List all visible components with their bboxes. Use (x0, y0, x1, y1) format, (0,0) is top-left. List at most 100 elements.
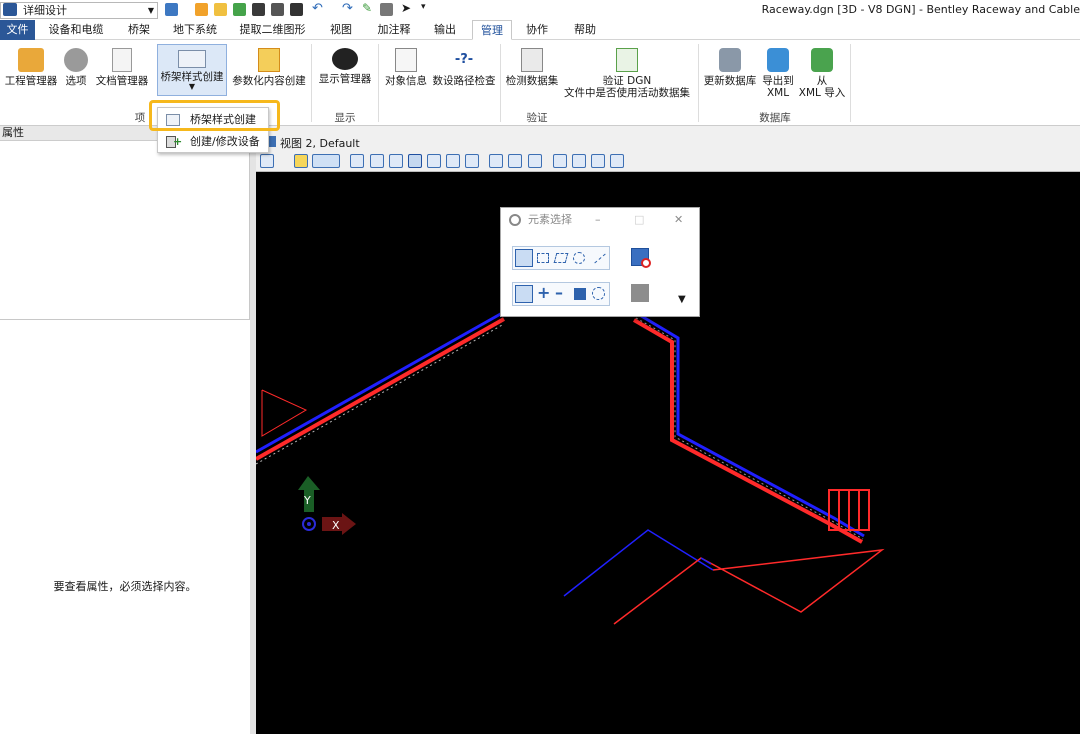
parametric-content-icon (258, 48, 280, 72)
properties-panel: 要查看属性，必须选择内容。 (0, 126, 256, 734)
save-as-icon[interactable] (290, 3, 303, 16)
rotate-view-icon[interactable] (446, 154, 460, 168)
project-manager-label: 工程管理器 (4, 75, 58, 87)
import-xml-button[interactable]: 从 XML 导入 (798, 48, 846, 99)
tab-file[interactable]: 文件 (0, 20, 35, 40)
view-toggle-icon[interactable] (165, 3, 178, 16)
undo-icon[interactable]: ↶ (312, 1, 323, 16)
minimize-icon[interactable]: – (595, 208, 601, 232)
document-manager-button[interactable]: 文档管理器 (93, 48, 151, 87)
parametric-content-button[interactable]: 参数化内容创建 (230, 48, 308, 87)
properties-list-area (0, 141, 250, 320)
group-divider (850, 44, 851, 122)
redo-icon[interactable]: ↷ (342, 1, 353, 16)
tab-manage[interactable]: 管理 (472, 20, 512, 40)
object-info-button[interactable]: 对象信息 (382, 48, 430, 87)
tab-cable-tray[interactable]: 桥架 (121, 20, 157, 40)
object-info-icon (395, 48, 417, 72)
camera-icon[interactable] (610, 154, 624, 168)
export-xml-icon (767, 48, 789, 72)
tab-extract-2d[interactable]: 提取二维图形 (236, 20, 309, 40)
new-select-icon[interactable] (515, 285, 533, 303)
tab-view[interactable]: 视图 (323, 20, 359, 40)
circle-select-icon[interactable] (573, 252, 585, 264)
dialog-title-bar: 元素选择 – □ ✕ (501, 208, 699, 232)
view-toolbar (256, 151, 1080, 172)
workspace-select[interactable]: 详细设计 ▼ (0, 2, 158, 19)
display-manager-label: 显示管理器 (318, 73, 372, 85)
folder-icon[interactable] (214, 3, 227, 16)
fit-view-icon[interactable] (427, 154, 441, 168)
export-xml-button[interactable]: 导出到 XML (760, 48, 796, 99)
tab-output[interactable]: 输出 (427, 20, 463, 40)
brush-icon[interactable] (350, 154, 364, 168)
group-divider (500, 44, 501, 122)
element-selection-dialog: 元素选择 – □ ✕ + – ▼ (500, 207, 700, 317)
maximize-icon[interactable]: □ (634, 208, 644, 232)
tab-underground[interactable]: 地下系统 (167, 20, 223, 40)
subtract-select-icon[interactable]: – (555, 283, 563, 302)
individual-select-icon[interactable] (515, 249, 533, 267)
view-next-icon[interactable] (528, 154, 542, 168)
save-icon[interactable] (252, 3, 265, 16)
detect-dataset-icon (521, 48, 543, 72)
pointer-icon[interactable]: ➤ (401, 1, 411, 15)
window-area-icon[interactable] (408, 154, 422, 168)
display-group-label: 显示 (334, 112, 356, 124)
clip-mask-icon[interactable] (591, 154, 605, 168)
app-logo-icon (3, 3, 17, 16)
display-manager-button[interactable]: 显示管理器 (316, 48, 374, 85)
toggle-select-icon[interactable] (592, 287, 605, 300)
menu-item-create-modify-equipment[interactable]: + 创建/修改设备 (158, 131, 268, 153)
view-previous-icon[interactable] (508, 154, 522, 168)
window-title: Raceway.dgn [3D - V8 DGN] - Bentley Race… (761, 3, 1080, 16)
save-settings-icon[interactable] (271, 3, 284, 16)
export-xml-line2: XML (766, 87, 790, 99)
shape-select-icon[interactable] (553, 253, 569, 263)
verify-dgn-button[interactable]: 验证 DGN 文件中是否使用活动数据集 (562, 48, 692, 99)
view-attributes-icon[interactable] (260, 154, 274, 168)
tab-help[interactable]: 帮助 (567, 20, 603, 40)
tab-equipment-cable[interactable]: 设备和电缆 (45, 20, 107, 40)
detect-dataset-label: 检测数据集 (505, 75, 559, 87)
clip-volume-icon[interactable] (572, 154, 586, 168)
update-database-button[interactable]: 更新数据库 (702, 48, 758, 87)
select-all-icon[interactable] (631, 284, 649, 302)
route-check-button[interactable]: -?- 数设路径检查 (431, 48, 497, 87)
project-manager-icon (18, 48, 44, 72)
selection-mode-group: + – (512, 282, 610, 306)
options-label: 选项 (65, 75, 87, 87)
close-icon[interactable]: ✕ (674, 208, 683, 232)
print-icon[interactable] (380, 3, 393, 16)
walk-icon[interactable] (489, 154, 503, 168)
project-manager-button[interactable]: 工程管理器 (2, 48, 60, 87)
display-style-icon[interactable] (294, 154, 308, 168)
pin-icon[interactable]: ✎ (362, 1, 372, 15)
tab-collaborate[interactable]: 协作 (518, 20, 556, 40)
render-mode-icon[interactable] (312, 154, 340, 168)
copy-view-icon[interactable] (553, 154, 567, 168)
expand-options-icon[interactable]: ▼ (678, 294, 686, 305)
open-folder-icon[interactable] (195, 3, 208, 16)
tray-style-icon (178, 50, 206, 68)
block-select-icon[interactable] (537, 253, 549, 263)
view-tab-bar: 视图 2, Default (256, 133, 1080, 151)
zoom-in-icon[interactable] (370, 154, 384, 168)
add-select-icon[interactable]: + (537, 283, 550, 302)
line-select-icon[interactable] (594, 253, 606, 264)
verify-dgn-line2: 文件中是否使用活动数据集 (564, 87, 690, 99)
cable-tray-run-upper (256, 310, 865, 544)
invert-select-icon[interactable] (574, 288, 586, 300)
zoom-out-icon[interactable] (389, 154, 403, 168)
import-xml-line1: 从 (816, 75, 828, 87)
group-divider (311, 44, 312, 122)
pan-view-icon[interactable] (465, 154, 479, 168)
detect-dataset-button[interactable]: 检测数据集 (504, 48, 560, 87)
options-button[interactable]: 选项 (62, 48, 90, 87)
chevron-down-icon: ▼ (147, 6, 154, 15)
tray-style-create-button[interactable]: 桥架样式创建 ▼ (157, 44, 227, 96)
tab-annotate[interactable]: 加注释 (371, 20, 417, 40)
customize-qat-icon[interactable]: ▾ (421, 2, 426, 12)
new-file-icon[interactable] (233, 3, 246, 16)
gear-icon (64, 48, 88, 72)
